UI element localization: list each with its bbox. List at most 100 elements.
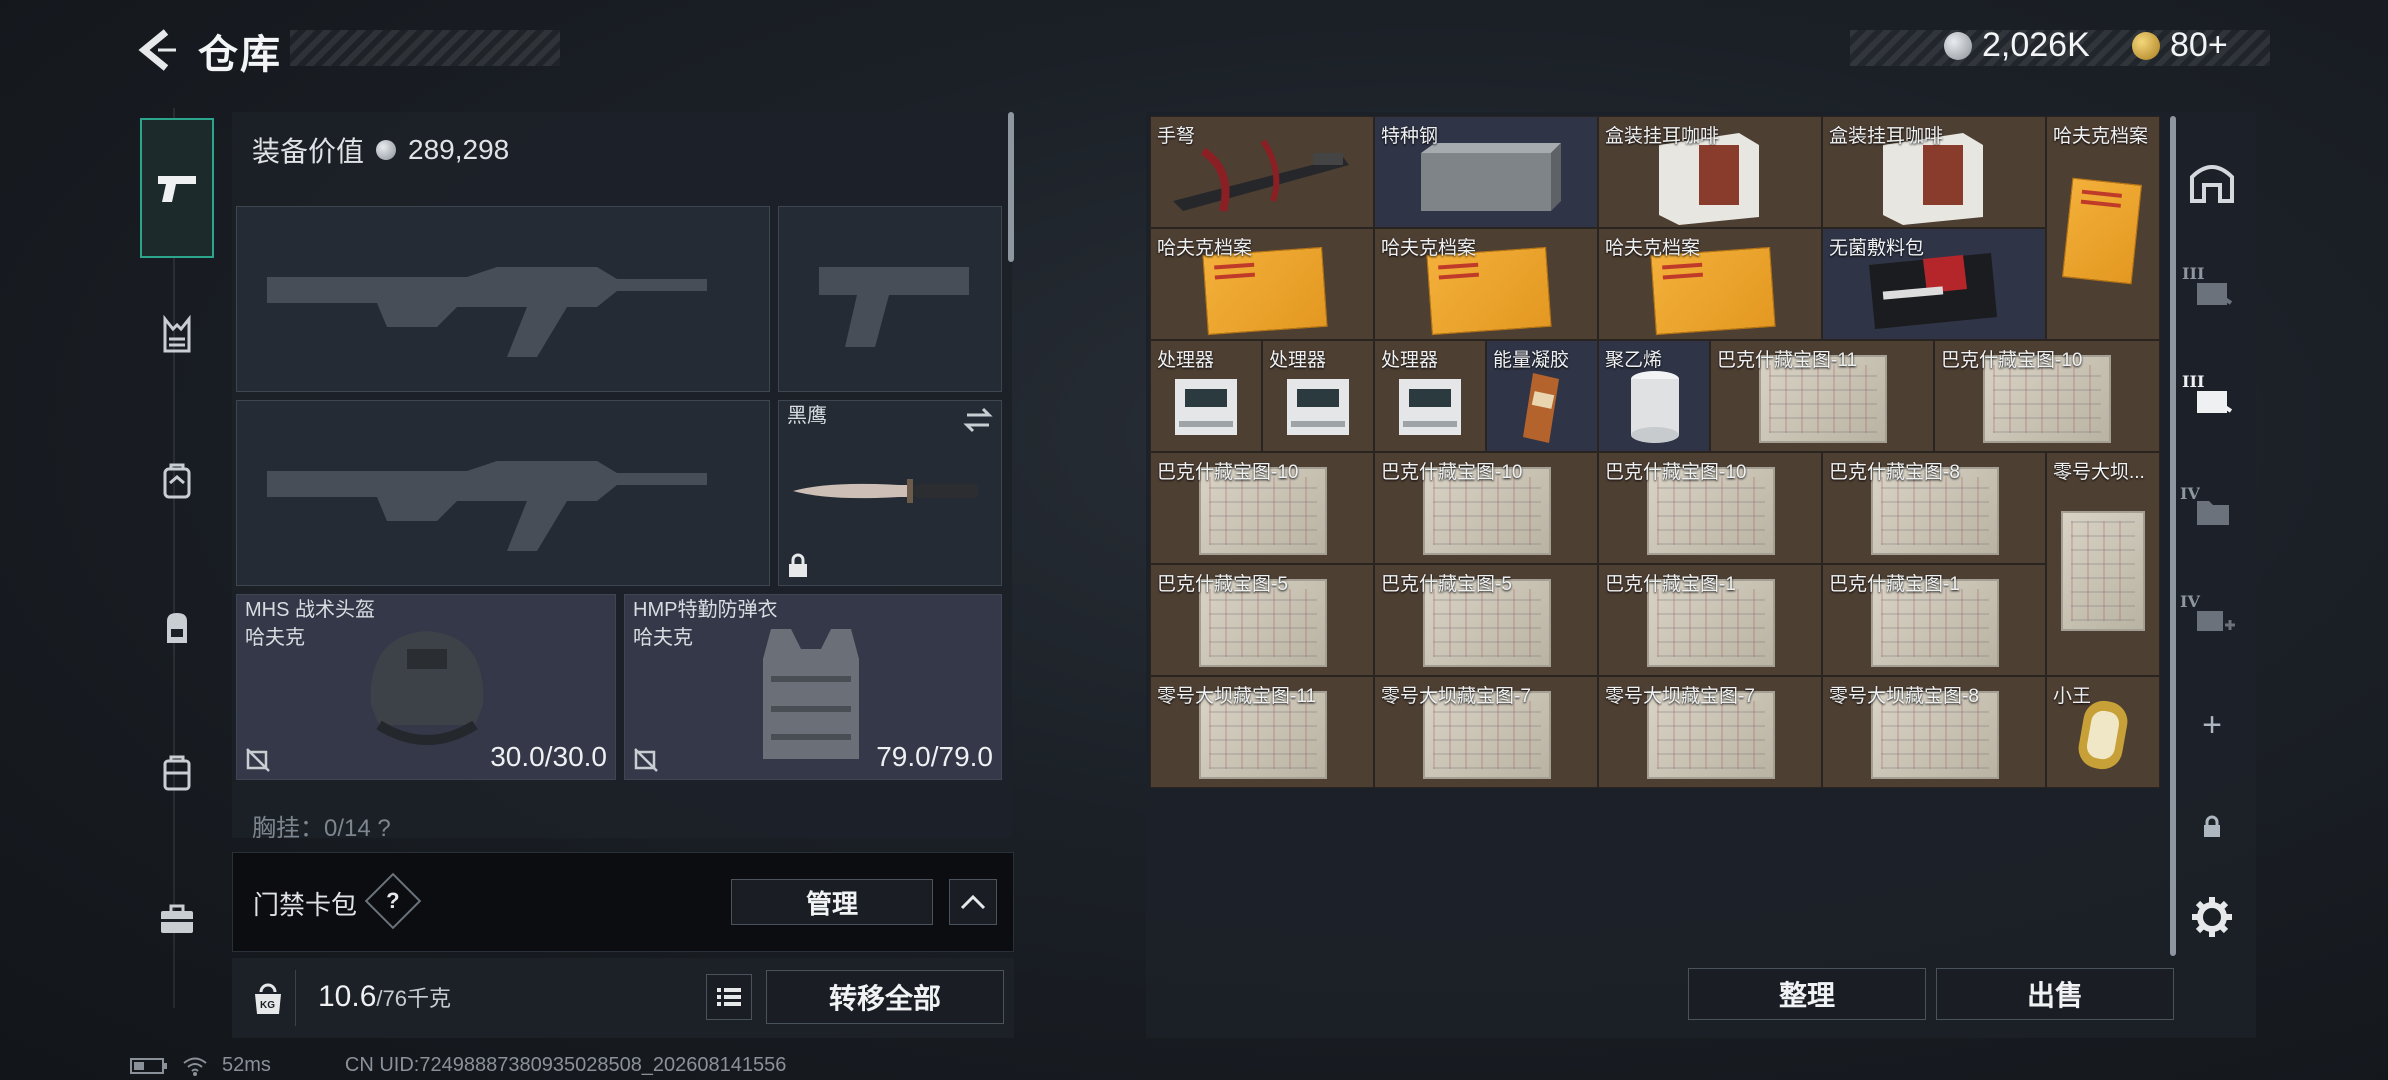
title-decoration xyxy=(290,30,560,66)
stash-item-processor[interactable]: 处理器 xyxy=(1374,340,1486,452)
nav-weapons[interactable] xyxy=(140,118,214,258)
weight-readout: 10.6/76千克 xyxy=(318,980,451,1014)
currency-secondary[interactable]: 80+ xyxy=(2132,26,2228,65)
processor-icon xyxy=(1287,379,1349,435)
stash-item-haavk-file[interactable]: 哈夫克档案 xyxy=(1374,228,1598,340)
currency-primary[interactable]: 2,026K xyxy=(1944,26,2090,65)
stash-item-map-bakhsh-10[interactable]: 巴克什藏宝图-10 xyxy=(1374,452,1598,564)
nav-armor[interactable] xyxy=(140,444,214,518)
nav-case[interactable] xyxy=(140,882,214,956)
pistol-icon xyxy=(158,176,196,202)
sort-button[interactable]: 整理 xyxy=(1688,968,1926,1020)
nav-pouch[interactable] xyxy=(140,736,214,810)
stash-item-map-bakhsh-10[interactable]: 巴克什藏宝图-10 xyxy=(1934,340,2160,452)
weight-icon-box: KG xyxy=(240,970,296,1026)
tab-stash-iv-add[interactable]: IV xyxy=(2172,584,2252,654)
stash-item-map-bakhsh-11[interactable]: 巴克什藏宝图-11 xyxy=(1710,340,1934,452)
rifle-placeholder-icon xyxy=(267,267,707,357)
stash-item-map-zero-dam-8[interactable]: 零号大坝藏宝图-8 xyxy=(1822,676,2046,788)
stash-item-map-bakhsh-5[interactable]: 巴克什藏宝图-5 xyxy=(1374,564,1598,676)
knife-icon xyxy=(793,479,979,503)
lock-icon xyxy=(789,553,807,577)
expand-button[interactable] xyxy=(949,879,997,925)
item-name: 处理器 xyxy=(1269,350,1327,371)
list-icon xyxy=(717,988,741,1006)
lock-icon xyxy=(2204,815,2220,837)
stash-item-map-bakhsh-1[interactable]: 巴克什藏宝图-1 xyxy=(1822,564,2046,676)
list-view-button[interactable] xyxy=(706,974,752,1020)
tab-stash-iv[interactable]: IV xyxy=(2172,476,2252,546)
weight-bar: KG 10.6/76千克 转移全部 xyxy=(232,958,1014,1038)
secondary-weapon-slot[interactable] xyxy=(236,400,770,586)
equipment-scrollbar[interactable] xyxy=(1008,112,1014,262)
stash-item-haavk-file[interactable]: 哈夫克档案 xyxy=(1150,228,1374,340)
nav-chest-rig[interactable] xyxy=(140,298,214,372)
treasure-map-icon xyxy=(2061,511,2145,631)
stash-item-special-steel[interactable]: 特种钢 xyxy=(1374,116,1598,228)
sell-button[interactable]: 出售 xyxy=(1936,968,2174,1020)
stash-item-coffee-1[interactable]: 盒装挂耳咖啡 xyxy=(1598,116,1822,228)
stash-item-crossbow[interactable]: 手弩 xyxy=(1150,116,1374,228)
primary-weapon-slot[interactable] xyxy=(236,206,770,392)
stash-item-map-zero-dam[interactable]: 零号大坝... xyxy=(2046,452,2160,676)
battery-icon xyxy=(130,1057,167,1074)
polyethylene-roll-icon xyxy=(1631,371,1679,443)
category-sidenav xyxy=(130,108,224,1008)
back-button[interactable] xyxy=(130,22,186,78)
armor-brand: 哈夫克 xyxy=(633,627,693,649)
settings-button[interactable] xyxy=(2172,882,2252,952)
tab-stash-iii[interactable]: III xyxy=(2172,256,2252,326)
stash-item-sterile-dressing[interactable]: 无菌敷料包 xyxy=(1822,228,2046,340)
currency-primary-value: 2,026K xyxy=(1982,26,2090,64)
stash-item-processor[interactable]: 处理器 xyxy=(1150,340,1262,452)
stash-item-processor[interactable]: 处理器 xyxy=(1262,340,1374,452)
stash-item-polyethylene[interactable]: 聚乙烯 xyxy=(1598,340,1710,452)
stash-item-map-zero-dam-11[interactable]: 零号大坝藏宝图-11 xyxy=(1150,676,1374,788)
uid-text: CN UID:72498887380935028508_202608141556 xyxy=(344,1054,787,1076)
stash-iii-icon xyxy=(2197,283,2233,305)
stash-panel: 手弩 特种钢 盒装挂耳咖啡 盒装挂耳咖啡 哈夫克档案 哈夫克档案 哈夫克档案 哈… xyxy=(1146,112,2256,1038)
pistol-slot[interactable] xyxy=(778,206,1002,392)
nav-backpack[interactable] xyxy=(140,590,214,664)
stash-item-energy-gel[interactable]: 能量凝胶 xyxy=(1486,340,1598,452)
transfer-all-button[interactable]: 转移全部 xyxy=(766,970,1004,1024)
tab-main-stash[interactable] xyxy=(2172,148,2252,218)
status-bar: 52ms CN UID:72498887380935028508_2026081… xyxy=(130,1054,786,1077)
item-name: 巴克什藏宝图-5 xyxy=(1157,574,1288,595)
item-name: 零号大坝藏宝图-7 xyxy=(1381,686,1531,707)
tab-add-stash[interactable]: + xyxy=(2172,690,2252,760)
stash-item-coffee-2[interactable]: 盒装挂耳咖啡 xyxy=(1822,116,2046,228)
stash-item-map-bakhsh-8[interactable]: 巴克什藏宝图-8 xyxy=(1822,452,2046,564)
back-arrow-icon xyxy=(138,29,176,71)
stash-item-little-king[interactable]: 小王 xyxy=(2046,676,2160,788)
armor-slot[interactable]: HMP特勤防弹衣 哈夫克 79.0/79.0 xyxy=(624,594,1002,780)
stash-item-haavk-file[interactable]: 哈夫克档案 xyxy=(1598,228,1822,340)
weight-max: /76千克 xyxy=(376,986,451,1011)
stash-item-map-bakhsh-10[interactable]: 巴克什藏宝图-10 xyxy=(1150,452,1374,564)
tab-stash-iii-active[interactable]: III xyxy=(2172,364,2252,434)
item-name: 零号大坝藏宝图-7 xyxy=(1605,686,1755,707)
manage-button[interactable]: 管理 xyxy=(731,879,933,925)
tab-lock[interactable] xyxy=(2172,792,2252,862)
stash-item-map-zero-dam-7[interactable]: 零号大坝藏宝图-7 xyxy=(1374,676,1598,788)
stash-item-map-zero-dam-7[interactable]: 零号大坝藏宝图-7 xyxy=(1598,676,1822,788)
energy-gel-icon xyxy=(1523,373,1559,443)
item-name: 零号大坝藏宝图-11 xyxy=(1157,686,1317,707)
melee-slot[interactable]: 黑鹰 xyxy=(778,400,1002,586)
equipment-value-amount: 289,298 xyxy=(408,134,510,165)
swap-icon[interactable] xyxy=(963,407,993,433)
stash-item-map-bakhsh-5[interactable]: 巴克什藏宝图-5 xyxy=(1150,564,1374,676)
helmet-slot[interactable]: MHS 战术头盔 哈夫克 30.0/30.0 xyxy=(236,594,616,780)
item-name: 巴克什藏宝图-1 xyxy=(1605,574,1736,595)
no-insure-icon xyxy=(634,748,658,772)
help-button[interactable]: ? xyxy=(364,872,422,930)
help-icon: ? xyxy=(386,887,400,913)
item-name: 特种钢 xyxy=(1381,126,1439,147)
file-icon xyxy=(2061,177,2143,285)
item-name: 聚乙烯 xyxy=(1605,350,1663,371)
stash-item-map-bakhsh-10[interactable]: 巴克什藏宝图-10 xyxy=(1598,452,1822,564)
stash-item-haavk-file-tall[interactable]: 哈夫克档案 xyxy=(2046,116,2160,340)
stash-item-map-bakhsh-1[interactable]: 巴克什藏宝图-1 xyxy=(1598,564,1822,676)
equipment-panel: 装备价值 289,298 黑鹰 MHS 战术头盔 哈夫克 30.0/30.0 H… xyxy=(232,112,1012,838)
item-name: 巴克什藏宝图-1 xyxy=(1829,574,1960,595)
